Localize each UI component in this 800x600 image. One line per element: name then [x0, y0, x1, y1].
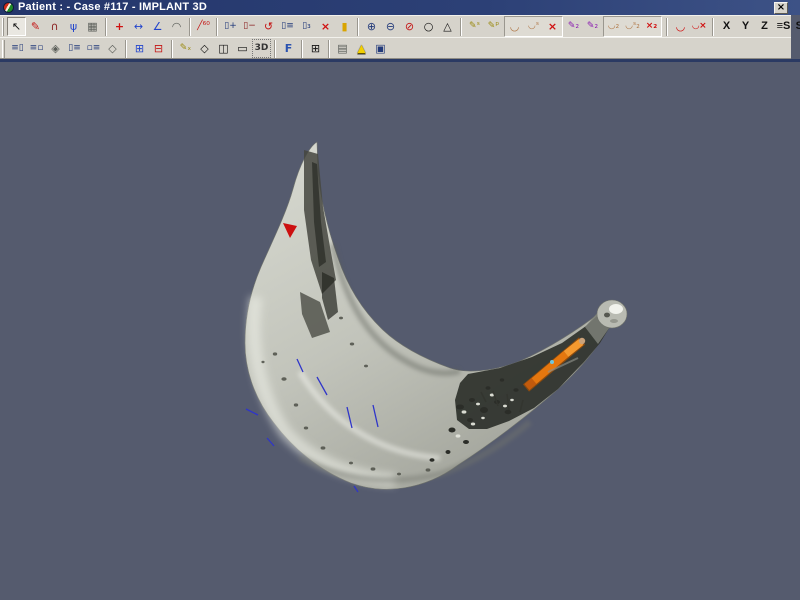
slice-pano2-button[interactable]: ✎₂ [583, 17, 602, 36]
oblique-ruler-tool[interactable]: ╱⁶⁰ [194, 17, 213, 36]
toolbar-dock: ↖ ✎ ∩ ψ ▦ + ↔ ∠ ◠ ╱⁶⁰ ▯+ ▯− ↺ ▯≡ ▯₃ × ▮ … [0, 15, 791, 59]
door-view-button[interactable]: ◫ [214, 39, 233, 58]
section2-so-button[interactable]: ◡ˢ₂ [623, 17, 642, 36]
slices-right-button[interactable]: S≡ [793, 17, 800, 36]
toolbar-separator [274, 40, 276, 58]
ruler-tool[interactable]: ↔ [129, 17, 148, 36]
select-tool[interactable]: ↖ [7, 17, 26, 36]
edit-slice-button[interactable]: ✎ₓ [176, 39, 195, 58]
zoom-cancel-button[interactable]: ⊘ [400, 17, 419, 36]
toolbar-separator [328, 40, 330, 58]
toolbar-separator [460, 18, 462, 36]
zoom-in-button[interactable]: ⊕ [362, 17, 381, 36]
implant-number-button[interactable]: ▯₃ [297, 17, 316, 36]
implant-remove-button[interactable]: ▯− [240, 17, 259, 36]
ellipse-tool[interactable]: ○ [419, 17, 438, 36]
axial-marks-button[interactable]: ◇ [103, 39, 122, 58]
view-3d-button[interactable]: 3D [252, 39, 271, 58]
slices-left-button[interactable]: ≡S [774, 17, 793, 36]
axial-dotted-button[interactable]: ◈ [46, 39, 65, 58]
toolbar-separator [357, 18, 359, 36]
toolbar-separator [189, 18, 191, 36]
title-bar: Patient : - Case #117 - IMPLANT 3D × [0, 0, 800, 15]
slice-sl2-button[interactable]: ✎₂ [564, 17, 583, 36]
section-button[interactable]: ◡ [505, 17, 524, 36]
app-logo-icon [3, 2, 14, 13]
secondary-toolbar: ≡▯ ≡▫ ◈ ▯≡ ▫≡ ◇ ⊞ ⊟ ✎ₓ ◇ ◫ ▭ 3D F ⊞ ▤ ▲ … [0, 37, 791, 59]
slice-remove-button[interactable]: ⊟ [149, 39, 168, 58]
close-icon[interactable]: × [774, 2, 788, 14]
zoom-out-button[interactable]: ⊖ [381, 17, 400, 36]
print-button[interactable]: ▤ [333, 39, 352, 58]
section-so-button[interactable]: ◡ˢ [524, 17, 543, 36]
nerve-tool[interactable]: ψ [64, 17, 83, 36]
diamond-view-button[interactable]: ◇ [195, 39, 214, 58]
condyle [597, 300, 627, 328]
axis-x-button[interactable]: X [717, 17, 736, 36]
section2-group: ◡₂ ◡ˢ₂ ×₂ [603, 16, 662, 37]
implant-highlight-button[interactable]: ▮ [335, 17, 354, 36]
screen-view-button[interactable]: ▭ [233, 39, 252, 58]
arch-tool[interactable]: ∩ [45, 17, 64, 36]
toolbar-separator [171, 40, 173, 58]
toolbar-separator [216, 18, 218, 36]
toolbar-separator [301, 40, 303, 58]
slice-add-button[interactable]: ⊞ [130, 39, 149, 58]
toolbar-separator [105, 18, 107, 36]
box-3d-tool[interactable]: ▦ [83, 17, 102, 36]
mandible-model [245, 142, 627, 489]
section2-button[interactable]: ◡₂ [604, 17, 623, 36]
save-button[interactable]: ▣ [371, 39, 390, 58]
flag-button[interactable]: F [279, 39, 298, 58]
toolbar-separator [125, 40, 127, 58]
axis-z-button[interactable]: Z [755, 17, 774, 36]
axis-y-button[interactable]: Y [736, 17, 755, 36]
slice-pano-button[interactable]: ✎ᵖ [484, 17, 503, 36]
section-group: ◡ ◡ˢ × [504, 16, 563, 37]
implant-edit-button[interactable]: ▯≡ [278, 17, 297, 36]
section-delete-button[interactable]: × [543, 17, 562, 36]
draw-curve-tool[interactable]: ✎ [26, 17, 45, 36]
section2-delete-button[interactable]: ×₂ [642, 17, 661, 36]
toolbar-grip[interactable] [2, 40, 5, 58]
window-title: Patient : - Case #117 - IMPLANT 3D [18, 0, 207, 15]
implant-add-button[interactable]: ▯+ [221, 17, 240, 36]
jaw-delete-button[interactable]: ◡× [690, 17, 709, 36]
warning-button[interactable]: ▲ [352, 39, 371, 58]
crosshair-tool[interactable]: + [110, 17, 129, 36]
dome-tool[interactable]: ◠ [167, 17, 186, 36]
slice-slo-button[interactable]: ✎ˢ [465, 17, 484, 36]
implant-delete-button[interactable]: × [316, 17, 335, 36]
mandible-scene [0, 62, 800, 600]
main-toolbar: ↖ ✎ ∩ ψ ▦ + ↔ ∠ ◠ ╱⁶⁰ ▯+ ▯− ↺ ▯≡ ▯₃ × ▮ … [0, 15, 791, 37]
toolbar-separator [712, 18, 714, 36]
pano-views-small-button[interactable]: ≡▫ [27, 39, 46, 58]
toolbar-grip[interactable] [2, 18, 4, 36]
window-layout-button[interactable]: ⊞ [306, 39, 325, 58]
render-viewport-3d[interactable] [0, 59, 800, 600]
polygon-tool[interactable]: △ [438, 17, 457, 36]
implant-rotate-button[interactable]: ↺ [259, 17, 278, 36]
angle-tool[interactable]: ∠ [148, 17, 167, 36]
pano-views-button[interactable]: ≡▯ [8, 39, 27, 58]
cross-views-small-button[interactable]: ▫≡ [84, 39, 103, 58]
implant-landmark-dot [550, 360, 554, 364]
cross-views-button[interactable]: ▯≡ [65, 39, 84, 58]
toolbar-separator [666, 18, 668, 36]
jaw-view-button[interactable]: ◡ [671, 17, 690, 36]
